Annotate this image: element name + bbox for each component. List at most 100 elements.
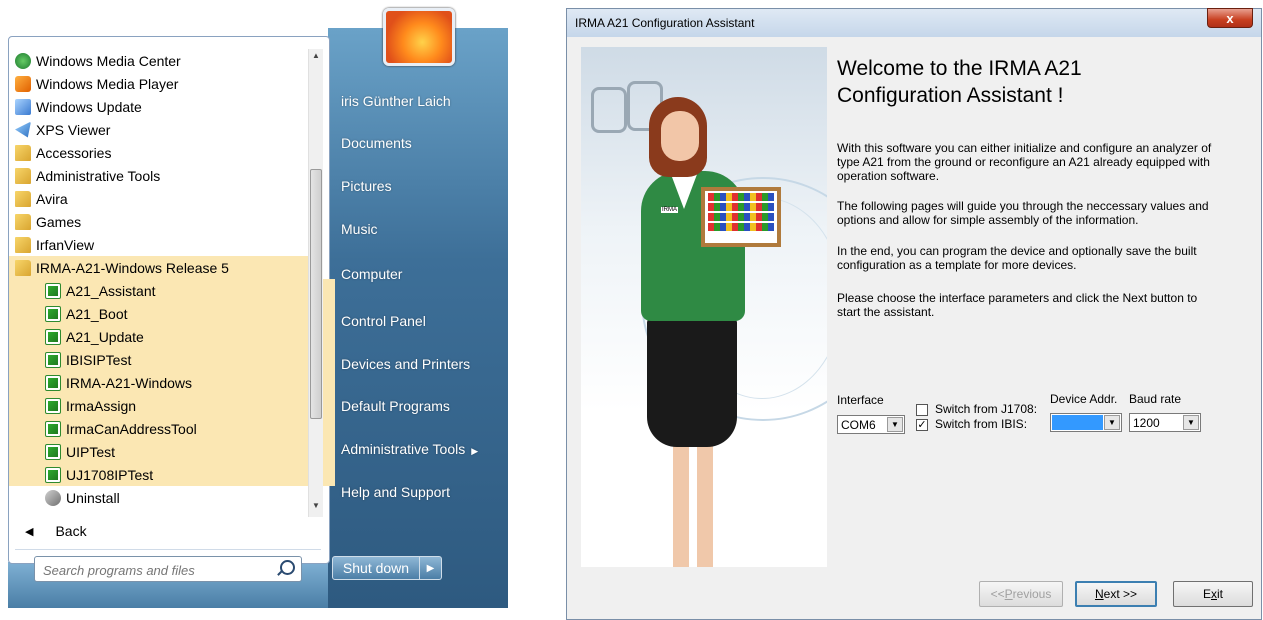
welcome-heading-line2: Configuration Assistant ! [837,84,1064,107]
chevron-down-icon[interactable]: ▼ [1104,415,1120,430]
baud-rate-select[interactable]: 1200 ▼ [1129,413,1201,432]
user-name-link[interactable]: iris Günther Laich [341,93,451,109]
app-icon [45,305,61,322]
computer-link[interactable]: Computer [341,266,402,282]
program-list-item-label: A21_Assistant [66,282,156,299]
program-list-item-label: XPS Viewer [36,121,111,138]
program-list-item[interactable]: Accessories [15,141,305,164]
documents-link[interactable]: Documents [341,135,412,151]
program-list-item-label: Games [36,213,82,230]
interface-select[interactable]: COM6 ▼ [837,415,905,434]
program-list-item-label: A21_Update [66,328,144,345]
abacus-graphic [701,187,781,247]
close-button[interactable]: x [1207,8,1253,28]
program-list-item[interactable]: A21_Assistant [9,279,335,302]
woman-skirt [647,317,737,447]
program-list-item[interactable]: UJ1708IPTest [9,463,335,486]
guide-paragraph: The following pages will guide you throu… [837,199,1209,227]
program-list-item[interactable]: Windows Update [15,95,305,118]
program-list-item-label: Windows Media Player [36,75,179,92]
program-list-item[interactable]: Games [15,210,305,233]
title-bar[interactable]: IRMA A21 Configuration Assistant x [567,8,1261,37]
administrative-tools-link[interactable]: Administrative Tools ▶ [341,441,478,457]
device-addr-select[interactable]: 1 ▼ [1050,413,1122,432]
woman-legs [673,443,713,567]
app-icon [45,282,61,299]
help-and-support-link[interactable]: Help and Support [341,484,450,500]
program-list-item-label: Administrative Tools [36,167,161,184]
folder-icon [15,213,31,230]
program-list-item[interactable]: Windows Media Player [15,72,305,95]
name-badge: IRMA [661,207,678,213]
program-list-item[interactable]: A21_Update [9,325,335,348]
welcome-heading: Welcome to the IRMA A21 Configuration As… [837,55,1082,109]
back-label: Back [55,523,87,539]
program-list-item[interactable]: Avira [15,187,305,210]
program-list-item[interactable]: IRMA-A21-Windows Release 5 [9,256,311,279]
switch-j1708-checkbox[interactable] [916,404,928,416]
program-list-item[interactable]: Uninstall [15,486,305,509]
windows-update-icon [15,98,31,115]
program-list-item-label: IRMA-A21-Windows Release 5 [36,259,229,276]
program-list-item[interactable]: XPS Viewer [15,118,305,141]
search-box[interactable] [34,556,302,582]
pictures-link[interactable]: Pictures [341,178,392,194]
window-title: IRMA A21 Configuration Assistant [575,16,755,30]
welcome-illustration: IRMA [581,47,827,567]
control-panel-link[interactable]: Control Panel [341,313,426,329]
exit-button[interactable]: Ex it [1173,581,1253,607]
devices-and-printers-link[interactable]: Devices and Printers [341,356,470,372]
shutdown-options-button[interactable]: ▶ [420,556,442,580]
program-list-item[interactable]: IrfanView [15,233,305,256]
app-icon [45,397,61,414]
program-list-item[interactable]: IBISIPTest [9,348,335,371]
program-list-scrollbar[interactable]: ▲ ▼ [308,49,323,517]
program-list-item[interactable]: IrmaCanAddressTool [9,417,335,440]
device-addr-label: Device Addr. [1050,392,1118,406]
welcome-heading-line1: Welcome to the IRMA A21 [837,57,1082,80]
switch-ibis-checkbox[interactable]: ✓ [916,419,928,431]
divider [15,549,321,550]
back-arrow-icon: ◀ [25,525,34,538]
default-programs-link[interactable]: Default Programs [341,398,450,414]
scroll-down-icon[interactable]: ▼ [312,501,320,510]
xps-viewer-icon [15,121,31,138]
app-icon [45,374,61,391]
program-list-item-label: Avira [36,190,68,207]
shutdown-button[interactable]: Shut down [332,556,420,580]
folder-icon [15,236,31,253]
back-button[interactable]: ◀ Back [25,519,87,543]
program-list-item[interactable]: Windows Media Center [15,49,305,72]
program-list-item-label: IrfanView [36,236,95,253]
previous-label-prefix: << [990,587,1005,601]
shutdown-arrow-icon: ▶ [426,562,435,574]
app-icon [45,420,61,437]
program-paragraph: In the end, you can program the device a… [837,244,1197,272]
folder-icon [15,259,31,276]
chevron-down-icon[interactable]: ▼ [1183,415,1199,430]
scroll-up-icon[interactable]: ▲ [312,51,320,60]
exit-label-rest: it [1217,587,1223,601]
uninstall-icon [45,489,61,506]
music-link[interactable]: Music [341,221,378,237]
search-icon[interactable] [280,560,295,575]
previous-label-accel: P [1004,587,1013,601]
chevron-down-icon[interactable]: ▼ [887,417,903,432]
program-list-item[interactable]: IRMA-A21-Windows [9,371,335,394]
program-list-item[interactable]: IrmaAssign [9,394,335,417]
windows-media-center-icon [15,52,31,69]
previous-button[interactable]: << Previous [979,581,1063,607]
scroll-thumb[interactable] [310,169,322,419]
interface-label: Interface [837,393,884,407]
administrative-tools-label: Administrative Tools [341,441,466,457]
search-input[interactable] [41,560,265,580]
program-list-item-label: UIPTest [66,443,116,460]
next-button[interactable]: Next >> [1075,581,1157,607]
program-list-item[interactable]: UIPTest [9,440,335,463]
program-list-item[interactable]: A21_Boot [9,302,335,325]
user-picture[interactable] [383,8,455,66]
next-label-accel: N [1094,587,1104,601]
configuration-assistant-window: IRMA A21 Configuration Assistant x IRMA … [566,8,1262,620]
interface-value: COM6 [841,417,876,432]
program-list-item[interactable]: Administrative Tools [15,164,305,187]
